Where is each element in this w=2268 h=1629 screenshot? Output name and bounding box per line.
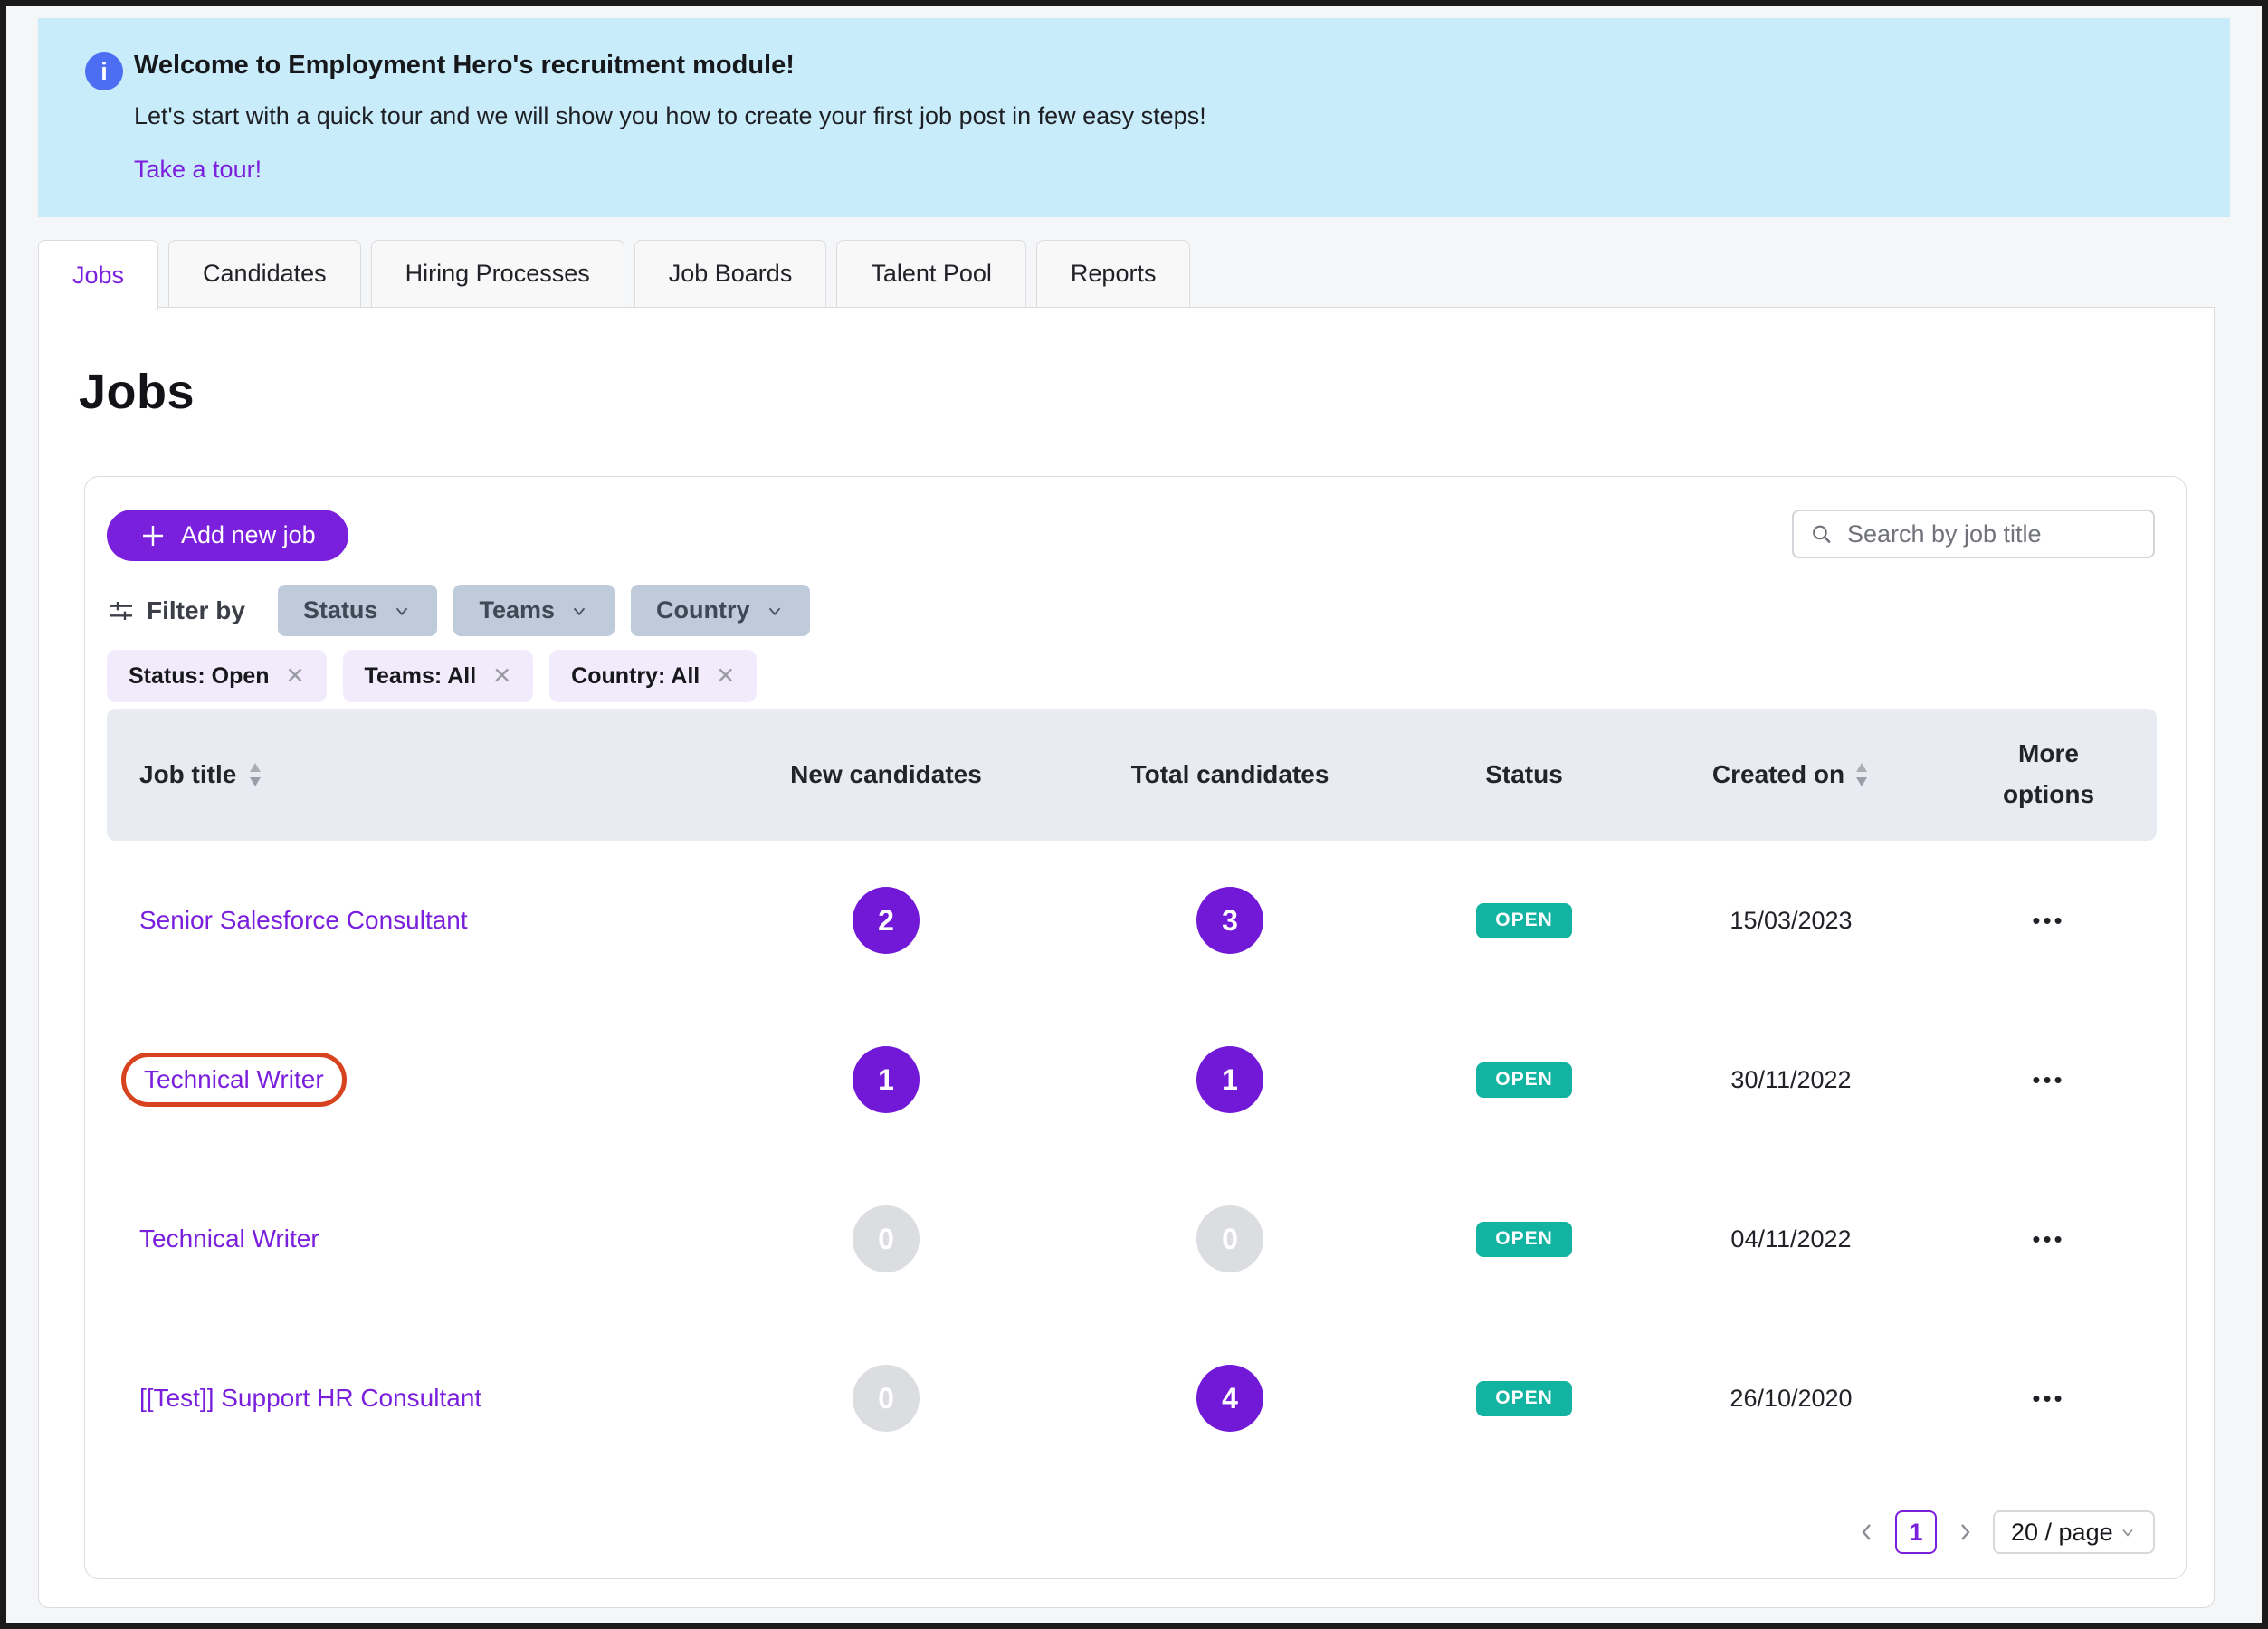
created-on-date: 15/03/2023 <box>1642 907 1940 935</box>
filter-chips: Status: Open ✕ Teams: All ✕ Country: All… <box>107 650 2155 702</box>
created-on-header-label: Created on <box>1712 760 1844 789</box>
toolbar: Add new job <box>107 510 2155 561</box>
chip-teams-all-label: Teams: All <box>365 663 477 690</box>
filter-row: Filter by Status Teams Country <box>107 585 2155 636</box>
total-candidates-count[interactable]: 3 <box>1196 887 1263 954</box>
chevron-down-icon <box>2119 1523 2137 1541</box>
created-on-date: 26/10/2020 <box>1642 1385 1940 1413</box>
status-badge: OPEN <box>1476 1222 1572 1257</box>
jobs-panel: Jobs Add new job Filter <box>38 307 2215 1608</box>
column-status: Status <box>1406 760 1642 789</box>
banner-subtitle: Let's start with a quick tour and we wil… <box>134 102 1206 130</box>
more-options-icon[interactable]: ••• <box>1940 1225 2157 1253</box>
page-size-value: 20 / page <box>2011 1519 2113 1547</box>
sort-icon[interactable] <box>1853 761 1870 788</box>
table-header: Job title New candidates Total candidate… <box>107 709 2157 841</box>
column-new-candidates: New candidates <box>719 760 1053 789</box>
total-candidates-count[interactable]: 0 <box>1196 1205 1263 1272</box>
chevron-down-icon <box>392 601 412 621</box>
plus-icon <box>139 522 167 549</box>
more-options-icon[interactable]: ••• <box>1940 1066 2157 1094</box>
column-created-on[interactable]: Created on <box>1642 760 1940 789</box>
tab-job-boards[interactable]: Job Boards <box>634 240 827 307</box>
banner-text: Welcome to Employment Hero's recruitment… <box>134 51 1206 184</box>
column-job-title[interactable]: Job title <box>107 760 719 789</box>
total-candidates-count[interactable]: 1 <box>1196 1046 1263 1113</box>
more-options-icon[interactable]: ••• <box>1940 1385 2157 1413</box>
search-box[interactable] <box>1792 510 2155 558</box>
page-title: Jobs <box>79 364 195 420</box>
chip-status-open: Status: Open ✕ <box>107 650 327 702</box>
status-filter-dropdown[interactable]: Status <box>278 585 438 636</box>
new-candidates-count[interactable]: 0 <box>853 1205 920 1272</box>
search-input[interactable] <box>1845 519 2137 549</box>
filter-sliders-icon <box>107 596 136 625</box>
status-badge: OPEN <box>1476 1381 1572 1416</box>
add-new-job-button[interactable]: Add new job <box>107 510 348 561</box>
tab-jobs[interactable]: Jobs <box>38 240 158 310</box>
table-row: [[Test]] Support HR Consultant 0 4 OPEN … <box>107 1319 2157 1478</box>
table-row: Technical Writer 0 0 OPEN 04/11/2022 ••• <box>107 1159 2157 1319</box>
welcome-banner: i Welcome to Employment Hero's recruitme… <box>38 18 2230 217</box>
table-row: Senior Salesforce Consultant 2 3 OPEN 15… <box>107 841 2157 1000</box>
job-title-link[interactable]: [[Test]] Support HR Consultant <box>139 1384 481 1412</box>
search-icon <box>1810 521 1833 547</box>
page-size-select[interactable]: 20 / page <box>1993 1510 2155 1554</box>
filter-by-label: Filter by <box>107 596 245 625</box>
app-window: i Welcome to Employment Hero's recruitme… <box>0 0 2268 1629</box>
tab-hiring-processes[interactable]: Hiring Processes <box>371 240 624 307</box>
column-total-candidates: Total candidates <box>1053 760 1406 789</box>
annotation-ellipse: Technical Writer <box>121 1053 347 1107</box>
tab-talent-pool[interactable]: Talent Pool <box>836 240 1026 307</box>
tab-candidates[interactable]: Candidates <box>168 240 361 307</box>
total-candidates-count[interactable]: 4 <box>1196 1365 1263 1432</box>
job-title-link[interactable]: Technical Writer <box>144 1065 324 1093</box>
next-page-icon[interactable] <box>1951 1519 1978 1546</box>
chevron-down-icon <box>765 601 785 621</box>
status-filter-label: Status <box>303 596 378 624</box>
new-candidates-count[interactable]: 2 <box>853 887 920 954</box>
previous-page-icon[interactable] <box>1853 1519 1881 1546</box>
sort-icon[interactable] <box>247 761 263 788</box>
page-number-button[interactable]: 1 <box>1895 1510 1937 1554</box>
status-badge: OPEN <box>1476 1062 1572 1098</box>
banner-title: Welcome to Employment Hero's recruitment… <box>134 51 1206 81</box>
chip-status-open-label: Status: Open <box>129 663 270 690</box>
job-title-link[interactable]: Senior Salesforce Consultant <box>139 906 468 934</box>
add-new-job-label: Add new job <box>181 521 316 549</box>
take-a-tour-link[interactable]: Take a tour! <box>134 156 1206 184</box>
job-title-header-label: Job title <box>139 760 236 789</box>
table-row: Technical Writer 1 1 OPEN 30/11/2022 ••• <box>107 1000 2157 1159</box>
chip-teams-all: Teams: All ✕ <box>343 650 534 702</box>
new-candidates-count[interactable]: 1 <box>853 1046 920 1113</box>
remove-chip-icon[interactable]: ✕ <box>716 662 735 690</box>
filter-by-text: Filter by <box>147 596 245 625</box>
teams-filter-label: Teams <box>479 596 555 624</box>
remove-chip-icon[interactable]: ✕ <box>492 662 511 690</box>
chip-country-all: Country: All ✕ <box>549 650 757 702</box>
tab-bar: Jobs Candidates Hiring Processes Job Boa… <box>38 240 1190 310</box>
new-candidates-count[interactable]: 0 <box>853 1365 920 1432</box>
status-badge: OPEN <box>1476 903 1572 938</box>
chevron-down-icon <box>569 601 589 621</box>
info-icon: i <box>85 52 123 90</box>
chip-country-all-label: Country: All <box>571 663 700 690</box>
country-filter-dropdown[interactable]: Country <box>631 585 810 636</box>
country-filter-label: Country <box>656 596 750 624</box>
job-title-link[interactable]: Technical Writer <box>139 1224 319 1253</box>
teams-filter-dropdown[interactable]: Teams <box>453 585 615 636</box>
jobs-card: Add new job Filter by Status <box>84 476 2187 1579</box>
remove-chip-icon[interactable]: ✕ <box>286 662 305 690</box>
created-on-date: 04/11/2022 <box>1642 1225 1940 1253</box>
created-on-date: 30/11/2022 <box>1642 1066 1940 1094</box>
column-more-options: More options <box>1990 734 2108 815</box>
pagination: 1 20 / page <box>107 1510 2155 1554</box>
tab-reports[interactable]: Reports <box>1036 240 1191 307</box>
more-options-icon[interactable]: ••• <box>1940 907 2157 935</box>
